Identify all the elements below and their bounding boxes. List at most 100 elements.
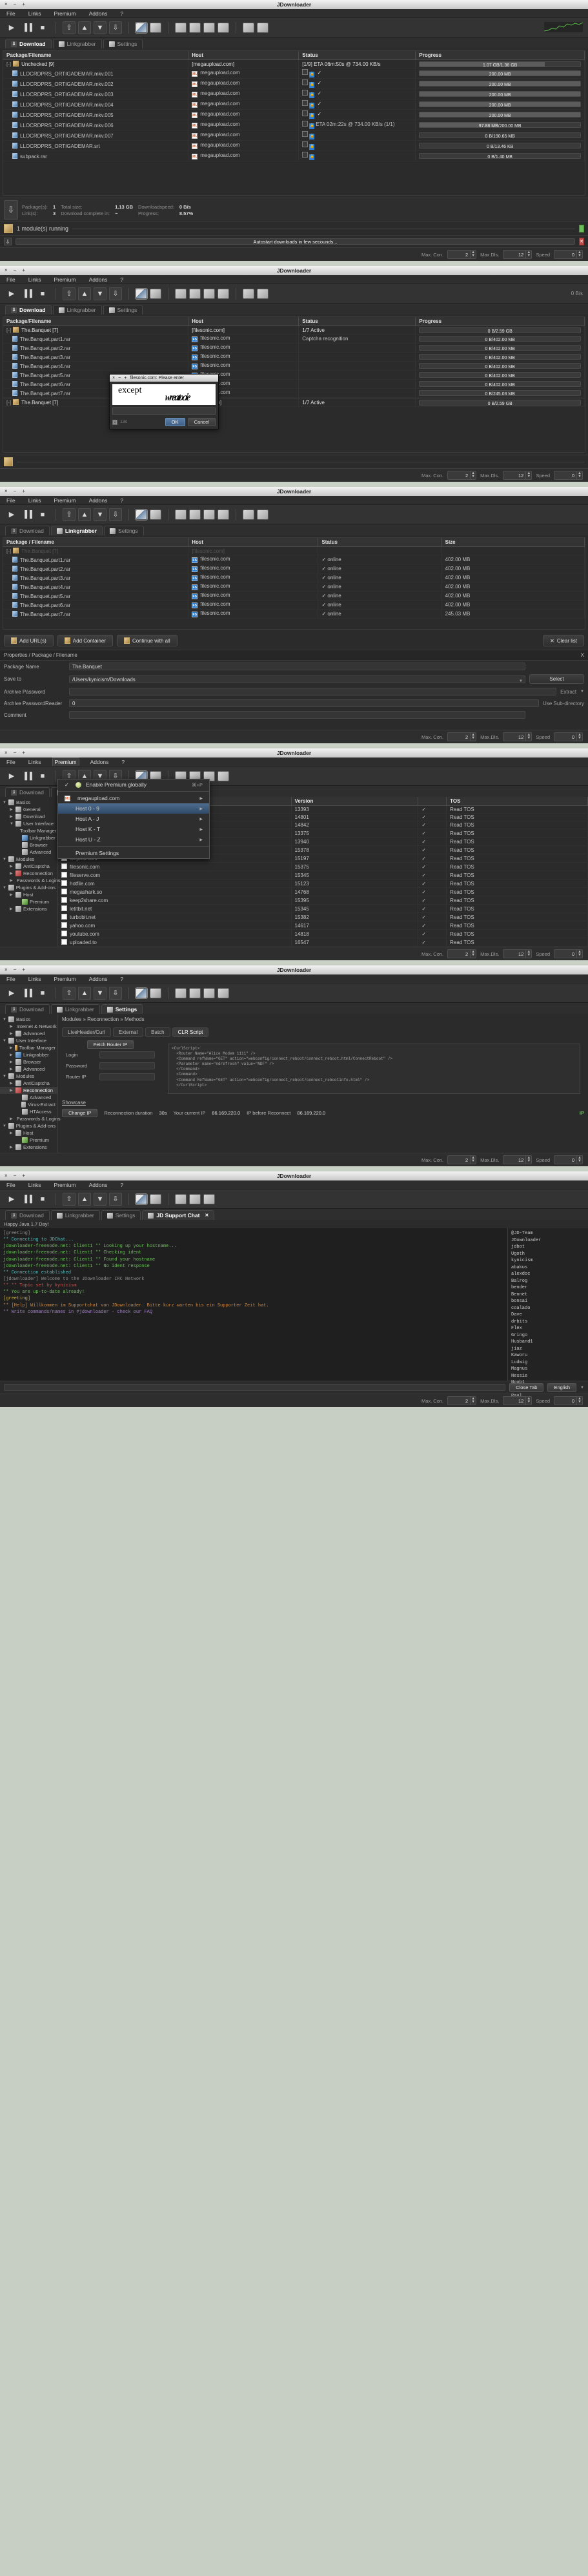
settings-tree-item-toolbar-manager[interactable]: ▶ Toolbar Manager <box>0 1044 57 1051</box>
move-top-icon[interactable]: ⇧ <box>63 986 76 1000</box>
table-row[interactable]: fileserve.com 15345 ✓ Read TOS <box>58 871 588 880</box>
settings-tree-item-anticaptcha[interactable]: ▶ AntiCaptcha <box>0 1080 57 1087</box>
lock-icon[interactable]: 🔒 <box>309 134 315 139</box>
folder-icon[interactable] <box>243 22 254 33</box>
chevron-icon[interactable]: ▶ <box>10 1046 13 1050</box>
eye-icon[interactable] <box>302 121 309 127</box>
chevron-icon[interactable]: ▶ <box>10 814 14 819</box>
login-input[interactable] <box>99 1051 155 1058</box>
menu-links[interactable]: Links <box>26 975 43 983</box>
folder-icon[interactable] <box>243 288 254 299</box>
settings-tree-item-host[interactable]: ▶ Host <box>0 891 57 898</box>
speedlimit-arrows[interactable]: ▲ ▼ <box>576 950 582 958</box>
reconnect-icon[interactable] <box>189 288 201 299</box>
cell-check[interactable]: ✓ <box>418 862 447 871</box>
lock-icon[interactable]: 🔒 <box>309 154 315 160</box>
maximize-icon[interactable]: + <box>124 376 127 380</box>
premium-icon[interactable] <box>218 509 229 520</box>
cell-tos[interactable]: Read TOS <box>446 829 588 838</box>
clipboard-icon[interactable] <box>175 987 187 998</box>
extract-chevron-icon[interactable]: ▼ <box>580 690 584 694</box>
lock-icon[interactable]: 🔒 <box>309 113 315 119</box>
chat-log[interactable]: [greeting] ** Connecting to JDChat... jdow… <box>0 1228 507 1381</box>
settings-tree-item-extensions[interactable]: ▶ Extensions <box>0 1144 57 1151</box>
maxcon-spinner[interactable]: 2 ▲ ▼ <box>447 732 477 741</box>
maxcon-spinner[interactable]: 2 ▲ ▼ <box>447 250 477 259</box>
maxcon-arrows[interactable]: ▲ ▼ <box>470 1156 476 1164</box>
reconnect-icon[interactable] <box>189 1193 201 1204</box>
expander-icon[interactable]: [-] <box>6 400 11 406</box>
captcha-ok-button[interactable]: OK <box>165 418 185 426</box>
addons-icon[interactable] <box>150 987 161 998</box>
subtab-batch[interactable]: Batch <box>145 1027 170 1037</box>
clipboard-icon[interactable] <box>175 1193 187 1204</box>
expander-icon[interactable]: [-] <box>6 327 11 333</box>
play-icon[interactable]: ▶ <box>5 770 18 783</box>
maxdls-spinner[interactable]: 12 ▲ ▼ <box>503 471 532 480</box>
menu-item-host-a-j[interactable]: Host A - J ▶ <box>58 814 209 824</box>
settings-tree-item-user-interface[interactable]: ▼ User Interface <box>0 1037 57 1044</box>
use-subdirectory-label[interactable]: Use Sub-directory <box>543 701 584 706</box>
settings-tree-item-plugins-add-ons[interactable]: ▼ Plugins & Add-ons <box>0 884 57 891</box>
select-folder-button[interactable]: Select <box>529 674 584 684</box>
chevron-icon[interactable]: ▶ <box>10 864 14 869</box>
chevron-icon[interactable]: ▼ <box>3 1124 6 1128</box>
pause-icon[interactable]: ▐▐ <box>21 770 34 783</box>
tab-linkgrabber[interactable]: Linkgrabber <box>52 39 102 48</box>
stop-icon[interactable]: ■ <box>36 1193 49 1206</box>
speedlimit-spinner[interactable]: 0 ▲ ▼ <box>554 1155 583 1164</box>
settings-tree-item-modules[interactable]: ▼ Modules <box>0 856 57 863</box>
pause-icon[interactable]: ▐▐ <box>21 21 34 34</box>
move-down-icon[interactable]: ▼ <box>94 508 106 521</box>
move-up-icon[interactable]: ▲ <box>78 287 91 300</box>
table-row[interactable]: The.Banquet.part3.rar FS filesonic.com ✓ on… <box>3 573 585 582</box>
maxdls-spinner[interactable]: 12 ▲ ▼ <box>503 732 532 741</box>
chat-user[interactable]: Dave <box>511 1312 585 1319</box>
cell-tos[interactable]: Read TOS <box>446 837 588 846</box>
settings-tree-item-advanced[interactable]: Advanced <box>0 1094 57 1101</box>
clear-list-button[interactable]: ✕ Clear list <box>543 635 584 646</box>
clipboard-icon[interactable] <box>175 22 187 33</box>
menu-addons[interactable]: Addons <box>88 758 111 766</box>
menu-file[interactable]: File <box>5 276 17 283</box>
menu-help[interactable]: ? <box>118 276 125 283</box>
menu-item-premium-settings[interactable]: Premium Settings <box>58 848 209 858</box>
tab-support-chat[interactable]: JD Support Chat ✕ <box>142 1210 215 1220</box>
chat-user[interactable]: JDownloader <box>511 1237 585 1244</box>
col-name[interactable]: Package/Filename <box>3 51 189 60</box>
linkgrabber-icon[interactable] <box>135 508 148 520</box>
play-icon[interactable]: ▶ <box>5 1193 18 1206</box>
cell-name[interactable]: The.Banquet.part4.rar <box>3 582 189 592</box>
chat-user[interactable]: Ralf <box>511 1406 585 1407</box>
move-down-icon[interactable]: ▼ <box>94 1192 106 1206</box>
eye-icon[interactable] <box>302 110 309 116</box>
cell-check[interactable]: ✓ <box>418 845 447 854</box>
chart-icon[interactable] <box>257 22 269 33</box>
chat-user[interactable]: Balrog <box>511 1278 585 1285</box>
expander-icon[interactable]: [-] <box>6 548 11 554</box>
menu-links[interactable]: Links <box>26 10 43 17</box>
menu-addons[interactable]: Addons <box>87 10 110 17</box>
cell-tos[interactable]: Read TOS <box>446 904 588 913</box>
speedlimit-arrows[interactable]: ▲ ▼ <box>576 1156 582 1164</box>
settings-tree-item-download[interactable]: ▶ Download <box>0 813 57 820</box>
eye-icon[interactable] <box>302 152 309 158</box>
settings-tree-item-premium[interactable]: Premium <box>0 1137 57 1144</box>
maxcon-spinner[interactable]: 2 ▲ ▼ <box>447 1396 477 1405</box>
cell-check[interactable]: ✓ <box>418 904 447 913</box>
subtab-external[interactable]: External <box>112 1027 144 1037</box>
fetch-router-ip-button[interactable]: Fetch Router IP <box>86 1040 134 1049</box>
autostart-cancel-icon[interactable]: ✕ <box>579 238 584 245</box>
pause-icon[interactable]: ▐▐ <box>21 987 34 1000</box>
table-row[interactable]: subpack.rar MU megaupload.com 🔒 0 B/1.40 MB <box>3 150 585 161</box>
linkgrabber-icon[interactable] <box>135 987 148 999</box>
cell-name[interactable]: [-] The.Banquet [7] <box>3 546 189 555</box>
settings-tree-item-browser[interactable]: ▶ Browser <box>0 1058 57 1066</box>
table-row[interactable]: [-] The.Banquet [7] [filesonic.com] 1/7 Act… <box>3 325 585 335</box>
premium-icon[interactable] <box>218 22 229 33</box>
move-top-icon[interactable]: ⇧ <box>63 287 76 300</box>
table-row[interactable]: The.Banquet.part5.rar FS filesonic.com ✓ on… <box>3 591 585 601</box>
settings-tree-item-virus-extract[interactable]: Virus-Extract <box>0 1101 57 1108</box>
lock-icon[interactable]: 🔒 <box>309 144 315 150</box>
chevron-icon[interactable]: ▼ <box>3 801 6 805</box>
